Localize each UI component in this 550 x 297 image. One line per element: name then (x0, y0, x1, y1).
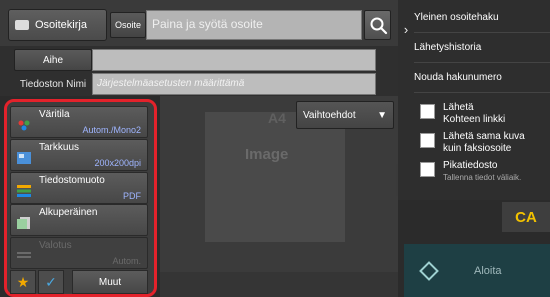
checkbox-sublabel: Tallenna tiedot väliaik. (443, 173, 522, 182)
original-button[interactable]: Alkuperäinen (10, 204, 148, 236)
checkbox-quick-file[interactable]: Pikatiedosto Tallenna tiedot väliaik. (420, 160, 550, 184)
address-book-label: Osoitekirja (35, 19, 87, 31)
exposure-value: Autom. (112, 256, 141, 266)
start-label: Aloita (474, 264, 502, 277)
original-label: Alkuperäinen (39, 207, 98, 218)
favorite-button[interactable]: ★ (10, 270, 36, 294)
preview-paper (205, 112, 345, 242)
resolution-icon (17, 152, 31, 164)
checkbox[interactable] (420, 104, 435, 119)
menu-item-global-address-search[interactable]: Yleinen osoitehaku (414, 12, 550, 23)
chevron-right-icon: › (403, 21, 409, 37)
exposure-icon (17, 252, 31, 258)
checkbox-label-line1: Lähetä sama kuva (443, 131, 525, 142)
file-format-icon (17, 185, 31, 197)
menu-divider (414, 92, 550, 93)
address-input[interactable]: Paina ja syötä osoite (146, 10, 362, 40)
resolution-button[interactable]: Tarkkuus 200x200dpi (10, 139, 148, 171)
menu-divider (414, 62, 550, 63)
subject-button[interactable]: Aihe (14, 49, 92, 71)
menu-divider (414, 32, 550, 33)
file-name-label: Tiedoston Nimi (19, 78, 87, 90)
exposure-button[interactable]: Valotus Autom. (10, 237, 148, 269)
menu-item-fetch-search-number[interactable]: Nouda hakunumero (414, 72, 550, 83)
start-icon (419, 260, 439, 281)
star-icon: ★ (16, 273, 30, 290)
check-icon: ✓ (45, 273, 57, 290)
color-mode-icon (18, 120, 30, 131)
original-icon (17, 217, 30, 229)
preview-image-label: Image (245, 146, 289, 163)
address-book-button[interactable]: Osoitekirja (8, 9, 107, 41)
checkbox-label-line2: kuin faksiosoite (443, 143, 512, 154)
search-button[interactable] (364, 10, 391, 40)
color-mode-label: Väritila (39, 109, 70, 120)
more-button[interactable]: Muut (72, 270, 148, 294)
menu-item-send-history[interactable]: Lähetyshistoria (414, 42, 550, 53)
color-mode-button[interactable]: Väritila Autom./Mono2 (10, 106, 148, 138)
checkbox-send-same-image[interactable]: Lähetä sama kuva kuin faksiosoite (420, 131, 550, 155)
checkbox-send-link[interactable]: Lähetä Kohteen linkki (420, 102, 550, 126)
search-icon (370, 17, 388, 35)
options-label: Vaihtoehdot (303, 109, 356, 121)
options-dropdown[interactable]: Vaihtoehdot ▼ (296, 101, 394, 129)
confirm-settings-button[interactable]: ✓ (38, 270, 64, 294)
file-name-input[interactable]: Järjestelmäasetusten määrittämä (92, 73, 376, 95)
chevron-down-icon: ▼ (377, 109, 387, 121)
preview-paper-size: A4 (268, 110, 286, 126)
file-format-value: PDF (123, 191, 141, 201)
color-mode-value: Autom./Mono2 (82, 125, 141, 135)
exposure-label: Valotus (39, 240, 72, 251)
checkbox-label-line2: Kohteen linkki (443, 114, 506, 125)
resolution-value: 200x200dpi (94, 158, 141, 168)
checkbox[interactable] (420, 162, 435, 177)
address-label-button[interactable]: Osoite (110, 12, 146, 38)
file-format-button[interactable]: Tiedostomuoto PDF (10, 172, 148, 204)
clear-all-button[interactable]: CA (502, 202, 550, 232)
resolution-label: Tarkkuus (39, 142, 80, 153)
checkbox[interactable] (420, 133, 435, 148)
address-book-icon (15, 20, 29, 30)
file-format-label: Tiedostomuoto (39, 175, 105, 186)
preview-toolbar (160, 272, 398, 297)
checkbox-label-line1: Pikatiedosto (443, 160, 498, 171)
start-button[interactable]: Aloita (404, 244, 550, 297)
checkbox-label-line1: Lähetä (443, 102, 474, 113)
subject-input[interactable] (92, 49, 376, 71)
collapse-menu-button[interactable]: › (398, 14, 414, 44)
